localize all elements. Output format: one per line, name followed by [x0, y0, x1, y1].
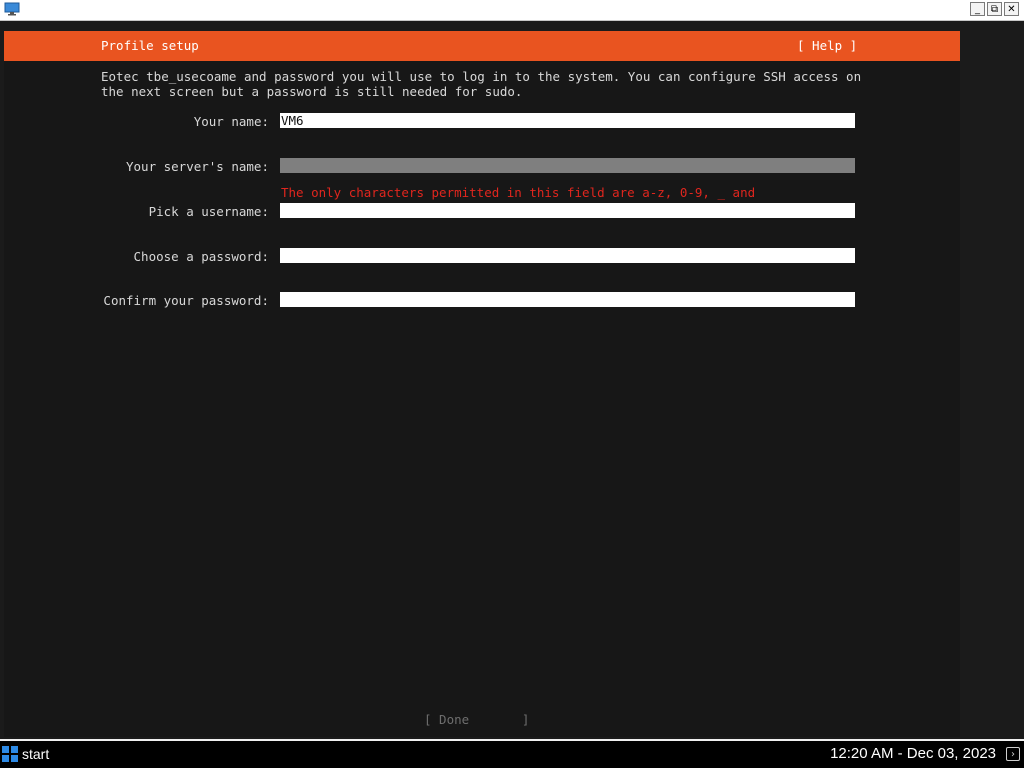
restore-button[interactable]: ⧉ — [987, 2, 1002, 16]
password-input[interactable] — [280, 248, 855, 263]
minimize-button[interactable]: _ — [970, 2, 985, 16]
username-input[interactable] — [280, 203, 855, 218]
monitor-icon — [4, 2, 20, 16]
chevron-icon[interactable]: › — [1006, 747, 1020, 761]
password-label: Choose a password: — [133, 249, 269, 264]
page-title: Profile setup — [101, 38, 199, 53]
vm-display: Profile setup [ Help ] Eotec tbe_usecoam… — [0, 21, 1024, 739]
close-button[interactable]: ✕ — [1004, 2, 1019, 16]
server-name-input[interactable] — [280, 158, 855, 173]
windows-logo-icon[interactable] — [2, 746, 18, 762]
window-titlebar: _ ⧉ ✕ — [0, 0, 1024, 21]
done-button[interactable]: [ Done ] — [424, 712, 529, 727]
header-bar: Profile setup [ Help ] — [4, 31, 960, 61]
confirm-password-label: Confirm your password: — [103, 293, 269, 308]
start-button[interactable]: start — [22, 746, 49, 762]
your-name-input[interactable]: VM6 — [280, 113, 855, 128]
frame-border — [964, 31, 1024, 737]
your-name-label: Your name: — [193, 114, 269, 129]
taskbar: start 12:20 AM - Dec 03, 2023 › — [0, 741, 1024, 768]
installer-screen: Profile setup [ Help ] Eotec tbe_usecoam… — [4, 31, 960, 737]
server-name-error: The only characters permitted in this fi… — [281, 185, 756, 200]
username-label: Pick a username: — [148, 204, 269, 219]
server-name-label: Your server's name: — [126, 159, 269, 174]
intro-text: Eotec tbe_usecoame and password you will… — [101, 69, 862, 99]
confirm-password-input[interactable] — [280, 292, 855, 307]
taskbar-clock: 12:20 AM - Dec 03, 2023 — [830, 745, 996, 762]
help-button[interactable]: [ Help ] — [797, 38, 857, 53]
